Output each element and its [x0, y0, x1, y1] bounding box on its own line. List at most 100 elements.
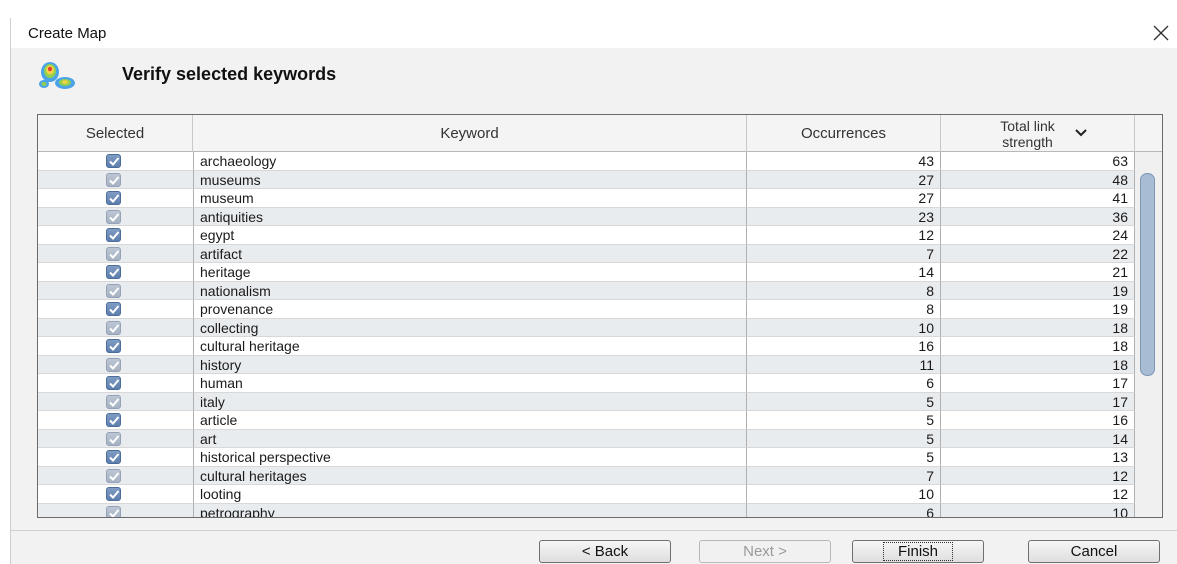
keyword-cell: heritage [193, 263, 747, 282]
select-checkbox[interactable] [106, 357, 121, 372]
finish-button[interactable]: Finish [852, 540, 984, 563]
occurrences-cell: 27 [747, 170, 941, 189]
keyword-cell: antiquities [193, 207, 747, 226]
table-row[interactable]: art 5 14 [38, 429, 1135, 448]
select-checkbox[interactable] [106, 154, 121, 168]
checkmark-icon [109, 490, 120, 499]
total-link-strength-cell: 17 [941, 374, 1135, 393]
table-row[interactable]: history 11 18 [38, 355, 1135, 374]
keyword-cell: human [193, 374, 747, 393]
total-link-strength-cell: 48 [941, 170, 1135, 189]
occurrences-cell: 8 [747, 300, 941, 319]
table-body: archaeology 43 63 museums 27 48 museum 27 41 anti… [38, 152, 1135, 517]
selected-cell [38, 319, 193, 337]
table-row[interactable]: antiquities 23 36 [38, 207, 1135, 226]
keyword-cell: historical perspective [193, 448, 747, 467]
table-row[interactable]: egypt 12 24 [38, 226, 1135, 245]
select-checkbox[interactable] [106, 172, 121, 187]
close-icon[interactable] [1149, 21, 1173, 45]
table-row[interactable]: petrography 6 10 [38, 503, 1135, 517]
selected-cell [38, 393, 193, 411]
scrollbar-thumb[interactable] [1140, 173, 1155, 376]
keyword-cell: cultural heritages [193, 466, 747, 485]
table-row[interactable]: museum 27 41 [38, 189, 1135, 208]
select-checkbox[interactable] [106, 302, 121, 316]
title-bar: Create Map [11, 18, 1177, 48]
occurrences-cell: 5 [747, 448, 941, 467]
selected-cell [38, 504, 193, 517]
keyword-cell: museum [193, 189, 747, 208]
table-row[interactable]: heritage 14 21 [38, 263, 1135, 282]
table-row[interactable]: looting 10 12 [38, 485, 1135, 504]
next-button[interactable]: Next > [699, 540, 831, 563]
keyword-cell: artifact [193, 244, 747, 263]
select-checkbox[interactable] [106, 246, 121, 261]
table-row[interactable]: nationalism 8 19 [38, 281, 1135, 300]
select-checkbox[interactable] [106, 505, 121, 517]
select-checkbox[interactable] [106, 431, 121, 446]
select-checkbox[interactable] [106, 209, 121, 224]
select-checkbox[interactable] [106, 283, 121, 298]
occurrences-cell: 10 [747, 318, 941, 337]
table-row[interactable]: italy 5 17 [38, 392, 1135, 411]
select-checkbox[interactable] [106, 487, 121, 501]
select-checkbox[interactable] [106, 376, 121, 390]
total-link-strength-cell: 22 [941, 244, 1135, 263]
back-button[interactable]: < Back [539, 540, 671, 563]
selected-cell [38, 485, 193, 504]
table-row[interactable]: human 6 17 [38, 374, 1135, 393]
table-row[interactable]: archaeology 43 63 [38, 152, 1135, 171]
table-row[interactable]: artifact 7 22 [38, 244, 1135, 263]
table-row[interactable]: cultural heritage 16 18 [38, 337, 1135, 356]
create-map-dialog: Create Map Verify selected keywords Sele… [10, 18, 1177, 564]
table-row[interactable]: article 5 16 [38, 411, 1135, 430]
checkmark-icon [109, 231, 120, 240]
select-checkbox[interactable] [106, 413, 121, 427]
select-checkbox[interactable] [106, 339, 121, 353]
select-checkbox[interactable] [106, 468, 121, 483]
occurrences-cell: 6 [747, 503, 941, 517]
selected-cell [38, 430, 193, 448]
select-checkbox[interactable] [106, 394, 121, 409]
occurrences-cell: 7 [747, 466, 941, 485]
table-header: Selected Keyword Occurrences Total link … [38, 115, 1162, 152]
checkmark-icon [109, 434, 120, 444]
table-row[interactable]: collecting 10 18 [38, 318, 1135, 337]
occurrences-cell: 12 [747, 226, 941, 245]
cancel-button[interactable]: Cancel [1028, 540, 1160, 563]
occurrences-cell: 7 [747, 244, 941, 263]
selected-cell [38, 263, 193, 282]
table-row[interactable]: cultural heritages 7 12 [38, 466, 1135, 485]
total-link-strength-cell: 36 [941, 207, 1135, 226]
table-row[interactable]: museums 27 48 [38, 170, 1135, 189]
keyword-cell: cultural heritage [193, 337, 747, 356]
select-checkbox[interactable] [106, 228, 121, 242]
selected-cell [38, 245, 193, 263]
select-checkbox[interactable] [106, 450, 121, 464]
checkmark-icon [109, 360, 120, 370]
select-checkbox[interactable] [106, 320, 121, 335]
keyword-cell: history [193, 355, 747, 374]
checkmark-icon [109, 416, 120, 425]
checkmark-icon [109, 323, 120, 333]
footer-divider [11, 530, 1177, 531]
column-header-total-link-strength[interactable]: Total link strength [941, 115, 1135, 152]
vertical-scrollbar[interactable] [1135, 152, 1162, 517]
table-row[interactable]: historical perspective 5 13 [38, 448, 1135, 467]
checkmark-icon [109, 194, 120, 203]
keyword-cell: provenance [193, 300, 747, 319]
column-header-occurrences[interactable]: Occurrences [747, 115, 941, 152]
column-header-keyword[interactable]: Keyword [193, 115, 747, 152]
select-checkbox[interactable] [106, 265, 121, 279]
occurrences-cell: 5 [747, 429, 941, 448]
selected-cell [38, 374, 193, 393]
keyword-cell: italy [193, 392, 747, 411]
occurrences-cell: 27 [747, 189, 941, 208]
select-checkbox[interactable] [106, 191, 121, 205]
total-link-strength-cell: 41 [941, 189, 1135, 208]
column-header-selected[interactable]: Selected [38, 115, 193, 152]
table-row[interactable]: provenance 8 19 [38, 300, 1135, 319]
checkmark-icon [109, 342, 120, 351]
keyword-cell: art [193, 429, 747, 448]
checkmark-icon [109, 249, 120, 259]
